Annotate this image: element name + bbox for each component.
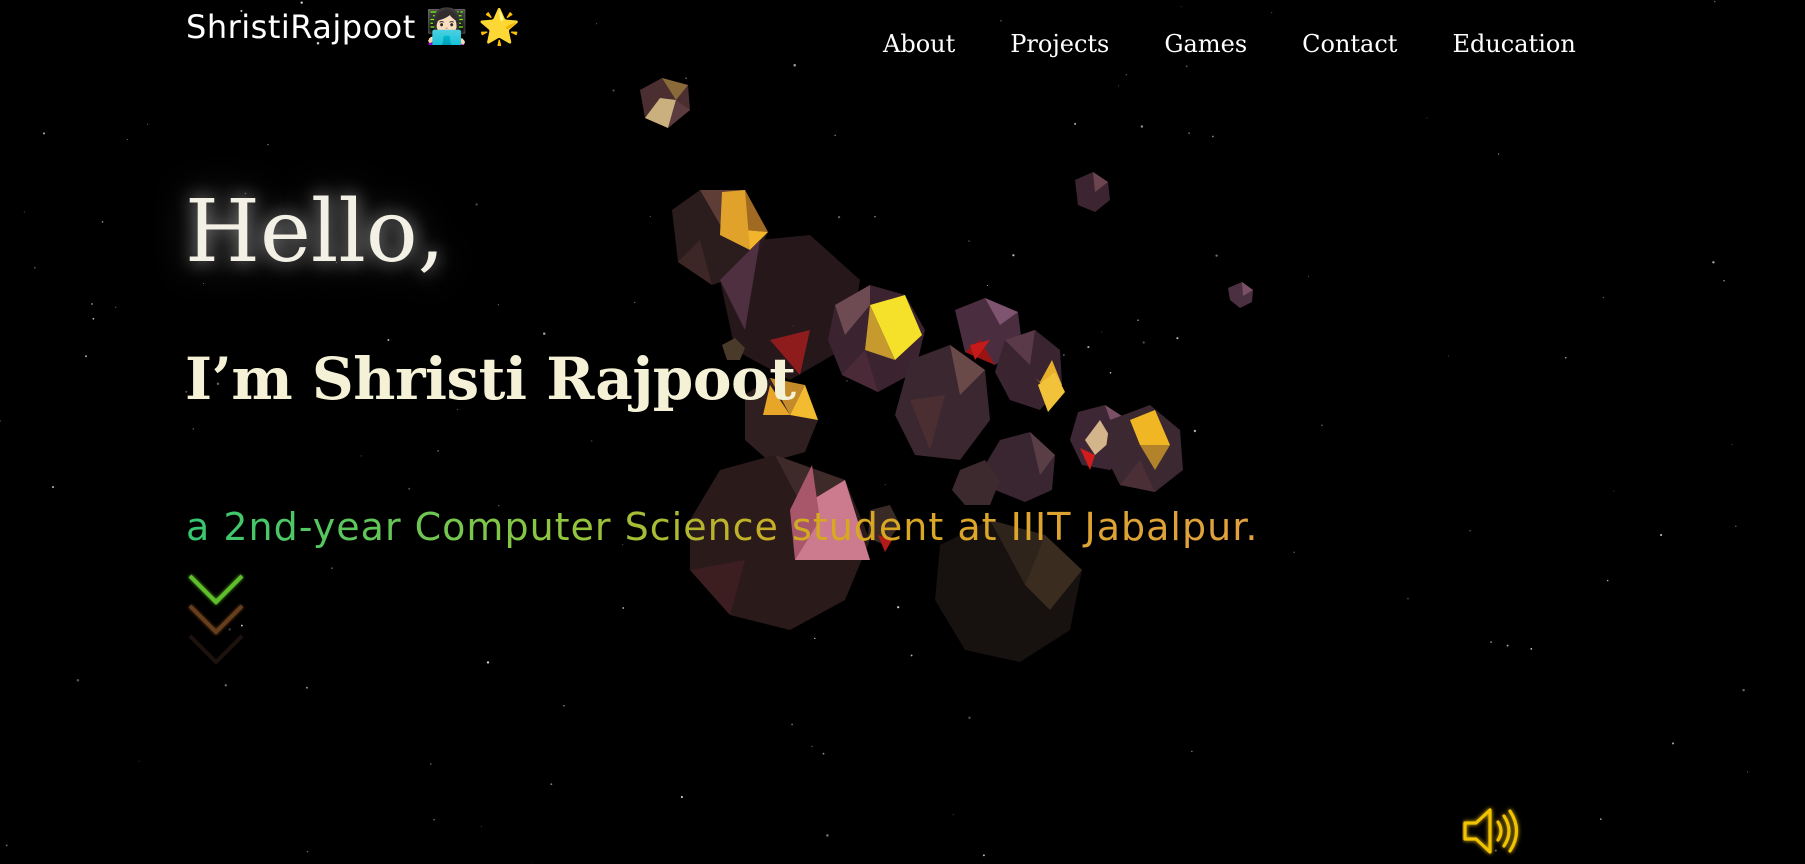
site-logo[interactable]: ShristiRajpoot 👩🏻‍💻 🌟 [186,8,520,46]
polyhedron [640,78,690,128]
polyhedron [995,330,1065,412]
speaker-icon[interactable] [1462,805,1524,857]
main-nav: About Projects Games Contact Education [883,30,1576,58]
technologist-emoji-icon: 👩🏻‍💻 [425,7,469,47]
nav-link-education[interactable]: Education [1452,30,1575,58]
hero-greeting: Hello, [185,182,446,282]
polyhedra-background [640,78,1253,662]
polyhedron [1075,172,1110,212]
hero-name: I’m Shristi Rajpoot [185,345,796,413]
polyhedron [985,432,1055,502]
hero-tagline: a 2nd-year Computer Science student at I… [186,505,1259,549]
scroll-down-chevron-icon[interactable] [186,570,246,670]
glowing-star-icon: 🌟 [478,7,521,47]
nav-link-games[interactable]: Games [1164,30,1247,58]
nav-link-projects[interactable]: Projects [1010,30,1109,58]
polyhedron [1105,405,1183,492]
polyhedron [1228,282,1253,308]
logo-text: ShristiRajpoot [186,8,416,46]
nav-link-about[interactable]: About [883,30,955,58]
nav-link-contact[interactable]: Contact [1302,30,1397,58]
